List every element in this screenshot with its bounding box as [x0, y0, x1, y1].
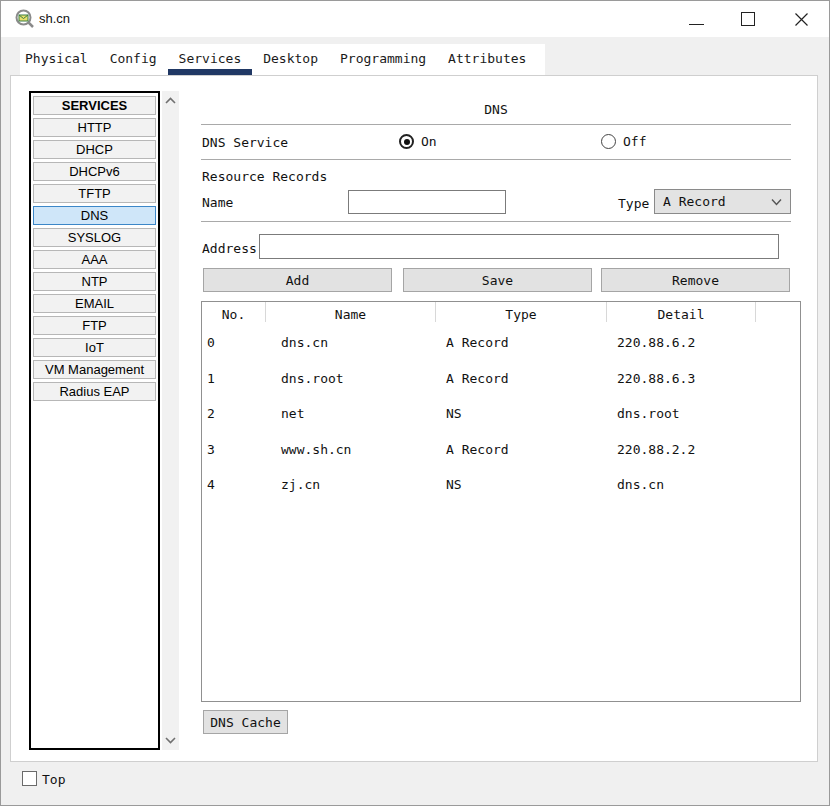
sidebar-item-dns[interactable]: DNS	[33, 206, 156, 225]
table-row[interactable]: 0 dns.cn A Record 220.88.6.2	[202, 324, 800, 360]
cell-name: dns.cn	[266, 324, 436, 360]
cell-detail: 220.88.2.2	[607, 431, 756, 467]
cell-detail: 220.88.6.3	[607, 360, 756, 396]
tab-physical[interactable]: Physical	[20, 44, 99, 75]
tab-config[interactable]: Config	[99, 44, 168, 75]
close-button[interactable]	[784, 4, 818, 34]
cell-name: dns.root	[266, 360, 436, 396]
address-input[interactable]	[259, 234, 779, 259]
maximize-icon	[741, 12, 755, 26]
cell-detail: dns.cn	[607, 466, 756, 502]
tab-programming[interactable]: Programming	[329, 44, 437, 75]
divider	[201, 221, 791, 222]
table-row[interactable]: 1 dns.root A Record 220.88.6.3	[202, 360, 800, 396]
cell-no: 2	[202, 395, 266, 431]
cell-type: NS	[436, 466, 607, 502]
col-detail[interactable]: Detail	[607, 302, 756, 322]
top-checkbox[interactable]	[22, 771, 37, 786]
radio-off[interactable]	[601, 134, 616, 149]
dns-cache-button[interactable]: DNS Cache	[203, 710, 288, 734]
table-row[interactable]: 4 zj.cn NS dns.cn	[202, 466, 800, 502]
divider	[201, 159, 791, 160]
radio-on[interactable]	[399, 134, 414, 149]
name-input[interactable]	[348, 190, 506, 214]
remove-button[interactable]: Remove	[601, 268, 790, 292]
table-header: No. Name Type Detail	[202, 302, 800, 324]
sidebar-item-syslog[interactable]: SYSLOG	[33, 228, 156, 247]
cell-type: A Record	[436, 360, 607, 396]
table-row[interactable]: 3 www.sh.cn A Record 220.88.2.2	[202, 431, 800, 467]
col-name[interactable]: Name	[266, 302, 436, 322]
minimize-button[interactable]	[679, 4, 713, 34]
tab-attributes[interactable]: Attributes	[437, 44, 537, 75]
scroll-down-icon[interactable]	[165, 736, 176, 744]
cell-name: net	[266, 395, 436, 431]
tab-desktop[interactable]: Desktop	[252, 44, 329, 75]
col-empty	[756, 302, 800, 322]
dns-title: DNS	[201, 102, 791, 117]
cell-type: A Record	[436, 431, 607, 467]
radio-off-label: Off	[623, 134, 646, 149]
cell-name: zj.cn	[266, 466, 436, 502]
cell-no: 1	[202, 360, 266, 396]
type-dropdown[interactable]: A Record	[654, 189, 791, 214]
cell-no: 4	[202, 466, 266, 502]
name-label: Name	[202, 195, 233, 210]
cell-no: 3	[202, 431, 266, 467]
col-no[interactable]: No.	[202, 302, 266, 322]
divider	[201, 124, 791, 125]
records-table: No. Name Type Detail 0 dns.cn A Record 2…	[201, 301, 801, 702]
cell-detail: dns.root	[607, 395, 756, 431]
cell-type: A Record	[436, 324, 607, 360]
app-icon	[15, 9, 34, 28]
dns-service-on-option[interactable]: On	[399, 134, 437, 149]
sidebar-item-vm-management[interactable]: VM Management	[33, 360, 156, 379]
sidebar-item-email[interactable]: EMAIL	[33, 294, 156, 313]
services-pane: SERVICES HTTP DHCP DHCPv6 TFTP DNS SYSLO…	[10, 75, 818, 762]
top-checkbox-label: Top	[42, 772, 65, 787]
tab-services[interactable]: Services	[168, 44, 253, 75]
sidebar-item-dhcpv6[interactable]: DHCPv6	[33, 162, 156, 181]
window-title: sh.cn	[39, 11, 70, 26]
sidebar-item-ftp[interactable]: FTP	[33, 316, 156, 335]
resource-records-label: Resource Records	[202, 169, 327, 184]
cell-type: NS	[436, 395, 607, 431]
cell-no: 0	[202, 324, 266, 360]
cell-detail: 220.88.6.2	[607, 324, 756, 360]
close-icon	[794, 12, 809, 27]
sidebar-item-tftp[interactable]: TFTP	[33, 184, 156, 203]
sidebar-item-radius-eap[interactable]: Radius EAP	[33, 382, 156, 401]
cell-name: www.sh.cn	[266, 431, 436, 467]
table-row[interactable]: 2 net NS dns.root	[202, 395, 800, 431]
sidebar-header: SERVICES	[33, 96, 156, 115]
dns-service-label: DNS Service	[202, 135, 288, 150]
sidebar-item-ntp[interactable]: NTP	[33, 272, 156, 291]
sidebar-item-http[interactable]: HTTP	[33, 118, 156, 137]
tab-bar: Physical Config Services Desktop Program…	[20, 44, 545, 75]
sidebar-item-dhcp[interactable]: DHCP	[33, 140, 156, 159]
sidebar-scrollbar[interactable]	[162, 91, 179, 750]
col-type[interactable]: Type	[436, 302, 607, 322]
sidebar-item-iot[interactable]: IoT	[33, 338, 156, 357]
type-label: Type	[618, 196, 649, 211]
address-label: Address	[202, 241, 257, 256]
chevron-down-icon	[771, 198, 782, 206]
scroll-up-icon[interactable]	[165, 97, 176, 105]
radio-on-label: On	[421, 134, 437, 149]
services-sidebar: SERVICES HTTP DHCP DHCPv6 TFTP DNS SYSLO…	[29, 91, 160, 750]
add-button[interactable]: Add	[203, 268, 392, 292]
type-dropdown-value: A Record	[663, 194, 726, 209]
save-button[interactable]: Save	[403, 268, 592, 292]
title-bar: sh.cn	[1, 1, 829, 37]
sidebar-item-aaa[interactable]: AAA	[33, 250, 156, 269]
maximize-button[interactable]	[731, 4, 765, 34]
minimize-icon	[689, 24, 704, 25]
dns-service-off-option[interactable]: Off	[601, 134, 646, 149]
